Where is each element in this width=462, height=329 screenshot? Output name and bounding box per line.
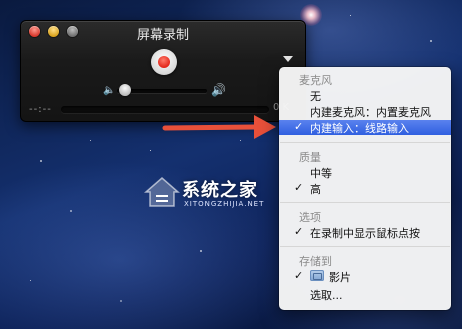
menu-item-label: 内建输入：线路输入 [310, 122, 409, 135]
menu-item-label: 内建麦克风：内置麦克风 [310, 106, 431, 119]
checkmark-icon: ✓ [294, 120, 304, 133]
menu-item-label: 在录制中显示鼠标点按 [310, 227, 420, 240]
menu-item-quality-high[interactable]: ✓ 高 [279, 181, 451, 196]
menu-item-show-mouse-clicks[interactable]: ✓ 在录制中显示鼠标点按 [279, 225, 451, 240]
menu-section-options: 选项 [299, 211, 321, 224]
options-menu: 麦克风 无 内建麦克风：内置麦克风 ✓ 内建输入：线路输入 质量 中等 ✓ 高 … [279, 67, 451, 310]
menu-section-microphone: 麦克风 [299, 74, 332, 87]
menu-item-quality-medium[interactable]: 中等 [279, 165, 451, 180]
menu-item-builtin-mic[interactable]: 内建麦克风：内置麦克风 [279, 104, 451, 119]
menu-section-quality: 质量 [299, 151, 321, 164]
menu-separator [280, 202, 450, 203]
menu-item-label: 中等 [310, 167, 332, 180]
checkmark-icon: ✓ [294, 181, 304, 194]
menu-item-choose[interactable]: 选取... [279, 287, 451, 302]
menu-item-label: 高 [310, 183, 321, 196]
menu-separator [280, 142, 450, 143]
menu-item-line-in[interactable]: ✓ 内建输入：线路输入 [279, 120, 451, 135]
menu-item-label: 选取... [310, 289, 343, 302]
menu-item-label: 影片 [329, 271, 351, 284]
menu-separator [280, 246, 450, 247]
folder-icon [310, 270, 324, 281]
menu-item-mic-none[interactable]: 无 [279, 88, 451, 103]
checkmark-icon: ✓ [294, 225, 304, 238]
menu-item-movies-folder[interactable]: ✓ 影片 [279, 269, 451, 284]
checkmark-icon: ✓ [294, 269, 304, 282]
menu-item-label: 无 [310, 90, 321, 103]
menu-section-save-to: 存储到 [299, 255, 332, 268]
